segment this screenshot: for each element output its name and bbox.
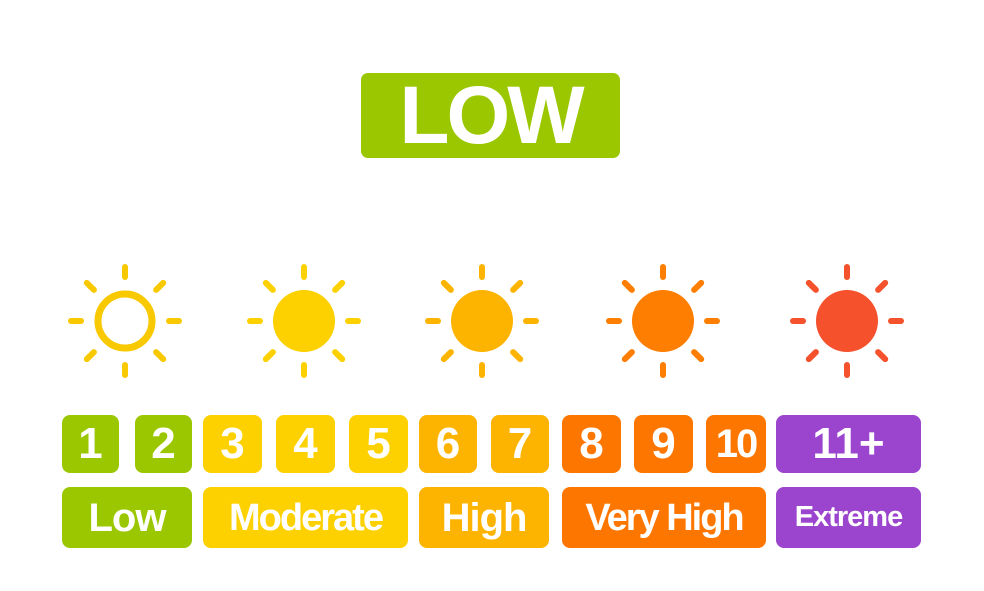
sun-ray bbox=[875, 349, 889, 363]
current-level-label: LOW bbox=[399, 69, 584, 161]
sun-filled-icon bbox=[790, 264, 904, 378]
uv-index-tile-6: 6 bbox=[419, 415, 477, 473]
uv-index-tile-7: 7 bbox=[491, 415, 549, 473]
current-level-badge: LOW bbox=[361, 73, 620, 158]
sun-ray bbox=[332, 279, 346, 293]
sun-filled-icon bbox=[425, 264, 539, 378]
sun-ray bbox=[262, 349, 276, 363]
uv-index-value: 6 bbox=[435, 419, 461, 468]
category-text: High bbox=[441, 495, 528, 540]
sun-ray bbox=[510, 279, 524, 293]
uv-index-value: 2 bbox=[151, 419, 176, 468]
sun-ray bbox=[153, 349, 167, 363]
sun-ray bbox=[440, 349, 454, 363]
uv-index-tile-1: 1 bbox=[62, 415, 119, 473]
uv-index-value: 11+ bbox=[812, 419, 885, 468]
category-label-low: Low bbox=[62, 487, 192, 548]
uv-index-tile-10: 10 bbox=[706, 415, 766, 473]
uv-index-tile-2: 2 bbox=[135, 415, 192, 473]
sun-ray bbox=[691, 279, 705, 293]
category-label-very-high: Very High bbox=[562, 487, 766, 548]
sun-filled-icon bbox=[247, 264, 361, 378]
uv-index-value: 8 bbox=[579, 419, 604, 468]
uv-index-tile-3: 3 bbox=[203, 415, 262, 473]
uv-index-tile-11-plus: 11+ bbox=[776, 415, 921, 473]
uv-index-tile-4: 4 bbox=[276, 415, 335, 473]
sun-ray bbox=[621, 279, 635, 293]
sun-ray bbox=[83, 279, 97, 293]
sun-ray bbox=[440, 279, 454, 293]
category-label-extreme: Extreme bbox=[776, 487, 921, 548]
sun-ray bbox=[691, 349, 705, 363]
sun-filled-icon bbox=[606, 264, 720, 378]
sun-ray bbox=[805, 279, 819, 293]
category-label-moderate: Moderate bbox=[203, 487, 408, 548]
sun-ray bbox=[153, 279, 167, 293]
category-text: Very High bbox=[585, 496, 744, 539]
uv-index-value: 1 bbox=[78, 419, 103, 468]
uv-index-value: 3 bbox=[220, 419, 245, 468]
category-text: Extreme bbox=[794, 501, 903, 533]
sun-ray bbox=[875, 279, 889, 293]
uv-index-tile-9: 9 bbox=[634, 415, 693, 473]
category-text: Low bbox=[88, 495, 167, 540]
uv-index-value: 4 bbox=[293, 419, 318, 468]
category-label-high: High bbox=[419, 487, 549, 548]
uv-index-tile-8: 8 bbox=[562, 415, 621, 473]
category-text: Moderate bbox=[229, 496, 384, 539]
sun-ray bbox=[262, 279, 276, 293]
sun-ray bbox=[83, 349, 97, 363]
uv-index-value: 9 bbox=[651, 419, 676, 468]
uv-index-value: 5 bbox=[366, 419, 391, 468]
sun-ray bbox=[510, 349, 524, 363]
sun-outline-icon bbox=[68, 264, 182, 378]
uv-index-value: 7 bbox=[507, 419, 533, 468]
sun-ray bbox=[805, 349, 819, 363]
sun-ray bbox=[621, 349, 635, 363]
sun-ray bbox=[332, 349, 346, 363]
uv-index-tile-5: 5 bbox=[349, 415, 408, 473]
uv-index-value: 10 bbox=[715, 422, 758, 466]
